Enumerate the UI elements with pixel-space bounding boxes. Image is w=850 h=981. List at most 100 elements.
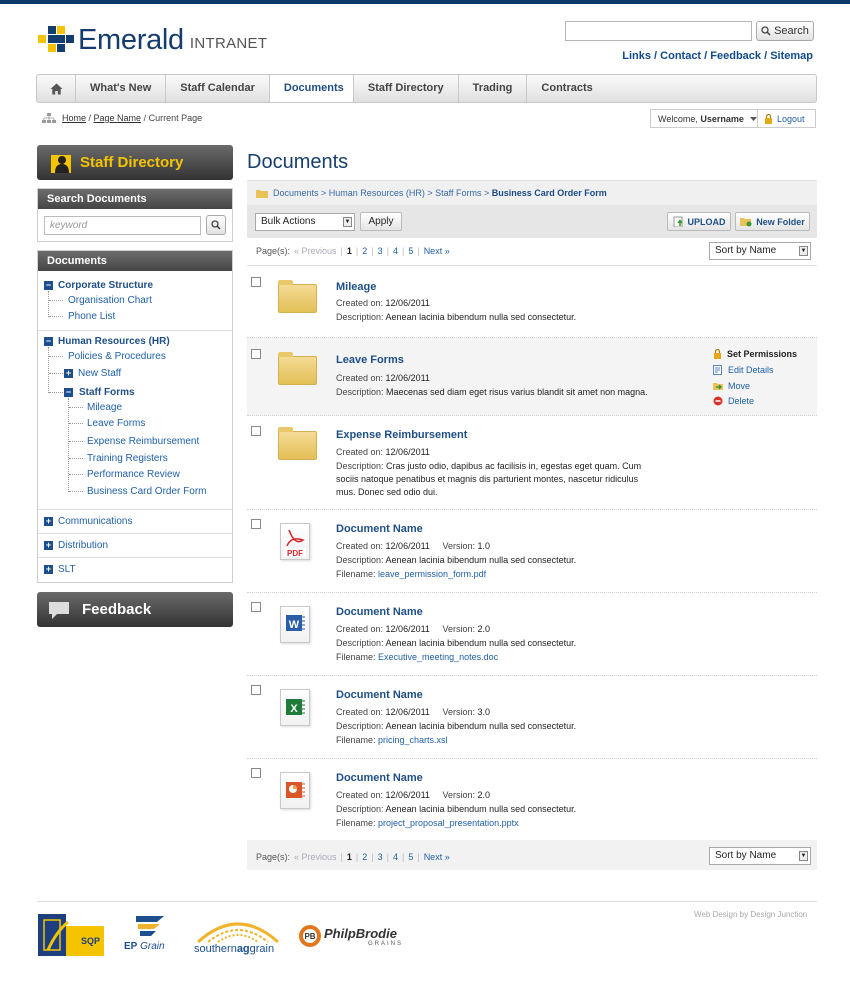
apply-button[interactable]: Apply	[360, 212, 402, 231]
pager-page-2[interactable]: 2	[362, 246, 367, 256]
document-row[interactable]: Document Name Created on: 12/06/2011 Ver…	[247, 759, 817, 839]
bulk-actions-select[interactable]: Bulk Actions ▼	[255, 213, 355, 231]
pager-next[interactable]: Next »	[424, 852, 450, 862]
tree-distribution[interactable]: Distribution	[58, 540, 108, 551]
tree-slt[interactable]: SLT	[58, 564, 76, 575]
tree-corporate-structure[interactable]: Corporate Structure	[58, 280, 153, 291]
row-checkbox[interactable]	[251, 768, 261, 778]
top-link-contact[interactable]: Contact	[660, 50, 701, 62]
document-file-link[interactable]: pricing_charts.xsl	[378, 735, 448, 745]
edit-details-action[interactable]: Edit Details	[713, 365, 774, 375]
keyword-input[interactable]: keyword	[44, 216, 201, 235]
pager-page-3[interactable]: 3	[378, 246, 383, 256]
expand-icon[interactable]: +	[44, 541, 53, 550]
folder-name[interactable]: Expense Reimbursement	[336, 429, 467, 441]
site-search-button[interactable]: Search	[756, 21, 814, 41]
document-name[interactable]: Document Name	[336, 523, 423, 535]
user-menu[interactable]: Welcome, Username	[650, 109, 758, 128]
pager-page-5[interactable]: 5	[408, 852, 413, 862]
document-row[interactable]: PDF Document Name Created on: 12/06/2011…	[247, 510, 817, 593]
expand-icon[interactable]: +	[64, 369, 73, 378]
southern-ag-grain-logo[interactable]: southernaggrain	[194, 914, 282, 958]
tree-policies-procedures[interactable]: Policies & Procedures	[68, 351, 166, 362]
folder-row[interactable]: Leave Forms Created on: 12/06/2011 Descr…	[247, 338, 817, 416]
row-checkbox[interactable]	[251, 349, 261, 359]
tree-organisation-chart[interactable]: Organisation Chart	[68, 295, 152, 306]
row-checkbox[interactable]	[251, 426, 261, 436]
upload-button[interactable]: UPLOAD	[667, 212, 731, 231]
logout-button[interactable]: Logout	[758, 109, 816, 128]
ep-grain-logo[interactable]: EP Grain	[124, 914, 178, 956]
path-staff-forms[interactable]: Staff Forms	[435, 188, 481, 198]
folder-row[interactable]: Mileage Created on: 12/06/2011 Descripti…	[247, 266, 817, 338]
path-documents[interactable]: Documents	[273, 188, 319, 198]
folder-name[interactable]: Leave Forms	[336, 354, 404, 366]
pager-page-4[interactable]: 4	[393, 246, 398, 256]
pager-page-4[interactable]: 4	[393, 852, 398, 862]
top-link-sitemap[interactable]: Sitemap	[770, 50, 813, 62]
tree-form-training-registers[interactable]: Training Registers	[87, 453, 168, 464]
row-checkbox[interactable]	[251, 519, 261, 529]
row-checkbox[interactable]	[251, 602, 261, 612]
document-file-link[interactable]: project_proposal_presentation.pptx	[378, 818, 519, 828]
site-search-input[interactable]	[565, 21, 752, 41]
tree-phone-list[interactable]: Phone List	[68, 311, 115, 322]
nav-documents[interactable]: Documents	[269, 75, 354, 102]
top-link-feedback[interactable]: Feedback	[710, 50, 761, 62]
breadcrumb-parent[interactable]: Page Name	[94, 113, 142, 123]
breadcrumb-home[interactable]: Home	[62, 113, 86, 123]
row-checkbox[interactable]	[251, 685, 261, 695]
folder-row[interactable]: Expense Reimbursement Created on: 12/06/…	[247, 416, 817, 510]
nav-home[interactable]	[37, 75, 76, 102]
new-folder-button[interactable]: New Folder	[735, 212, 810, 231]
tree-form-performance-review[interactable]: Performance Review	[87, 469, 180, 480]
staff-directory-banner[interactable]: Staff Directory	[37, 145, 233, 180]
pager-page-2[interactable]: 2	[362, 852, 367, 862]
tree-form-business-card-order[interactable]: Business Card Order Form	[87, 486, 206, 497]
tree-new-staff[interactable]: New Staff	[78, 368, 121, 379]
row-checkbox[interactable]	[251, 277, 261, 287]
document-row[interactable]: W Document Name Created on: 12/06/2011 V…	[247, 593, 817, 676]
tree-form-expense-reimbursement[interactable]: Expense Reimbursement	[87, 436, 199, 447]
footer-credit[interactable]: Web Design by Design Junction	[694, 910, 807, 919]
nav-staff-calendar[interactable]: Staff Calendar	[166, 75, 270, 102]
tree-form-leave-forms[interactable]: Leave Forms	[87, 418, 145, 429]
nav-trading[interactable]: Trading	[459, 75, 528, 102]
emerald-logo[interactable]: Emerald INTRANET	[38, 24, 267, 55]
document-row[interactable]: X Document Name Created on: 12/06/2011 V…	[247, 676, 817, 759]
document-file-link[interactable]: Executive_meeting_notes.doc	[378, 652, 498, 662]
top-link-links[interactable]: Links	[622, 50, 651, 62]
collapse-icon[interactable]: −	[44, 281, 53, 290]
pager-page-5[interactable]: 5	[408, 246, 413, 256]
nav-contracts[interactable]: Contracts	[527, 75, 606, 102]
pager-next[interactable]: Next »	[424, 246, 450, 256]
tree-form-mileage[interactable]: Mileage	[87, 402, 122, 413]
tree-human-resources[interactable]: Human Resources (HR)	[58, 336, 170, 347]
pager-page-1[interactable]: 1	[347, 246, 352, 256]
pager-page-3[interactable]: 3	[378, 852, 383, 862]
keyword-search-button[interactable]	[206, 215, 226, 235]
pager-previous[interactable]: « Previous	[294, 852, 337, 862]
path-human-resources[interactable]: Human Resources (HR)	[329, 188, 425, 198]
tree-communications[interactable]: Communications	[58, 516, 132, 527]
set-permissions-action[interactable]: Set Permissions	[713, 349, 797, 359]
feedback-banner[interactable]: Feedback	[37, 592, 233, 627]
tree-staff-forms[interactable]: Staff Forms	[79, 387, 135, 398]
delete-action[interactable]: Delete	[713, 396, 754, 406]
document-name[interactable]: Document Name	[336, 689, 423, 701]
expand-icon[interactable]: +	[44, 565, 53, 574]
sort-select-top[interactable]: Sort by Name ▼	[709, 242, 811, 260]
document-file-link[interactable]: leave_permission_form.pdf	[378, 569, 486, 579]
nav-staff-directory[interactable]: Staff Directory	[354, 75, 459, 102]
collapse-icon[interactable]: −	[64, 388, 73, 397]
document-name[interactable]: Document Name	[336, 772, 423, 784]
pager-previous[interactable]: « Previous	[294, 246, 337, 256]
folder-name[interactable]: Mileage	[336, 281, 376, 293]
document-name[interactable]: Document Name	[336, 606, 423, 618]
collapse-icon[interactable]: −	[44, 337, 53, 346]
nav-whats-new[interactable]: What's New	[76, 75, 167, 102]
sqp-logo[interactable]: SQP	[38, 914, 104, 956]
expand-icon[interactable]: +	[44, 517, 53, 526]
pager-page-1[interactable]: 1	[347, 852, 352, 862]
philp-brodie-logo[interactable]: PB PhilpBrodie GRAINS	[298, 922, 416, 950]
